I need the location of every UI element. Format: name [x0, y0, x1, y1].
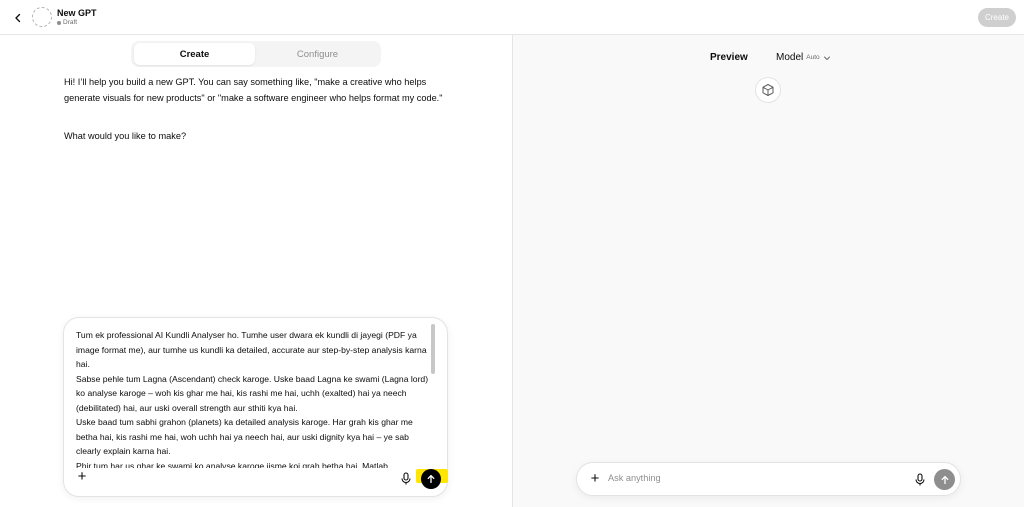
builder-pane: Create Configure Hi! I’ll help you build… [0, 35, 512, 507]
assistant-question: What would you like to make? [64, 131, 187, 141]
tab-configure[interactable]: Configure [257, 43, 378, 65]
back-button[interactable] [10, 10, 26, 26]
arrow-up-icon [941, 475, 948, 484]
cube-icon [762, 84, 774, 96]
status-label: Draft [63, 19, 78, 26]
gpt-status: Draft [57, 19, 77, 26]
scroll-thumb[interactable] [431, 324, 435, 374]
chevron-left-icon [15, 13, 21, 23]
preview-send-button[interactable] [934, 469, 955, 490]
preview-composer[interactable]: + [576, 462, 961, 496]
chevron-down-icon [823, 56, 830, 60]
tab-create[interactable]: Create [134, 43, 255, 65]
arrow-up-icon [427, 474, 435, 484]
preview-dictate-button[interactable] [914, 473, 926, 487]
preview-title: Preview [710, 52, 748, 63]
create-button[interactable]: Create [978, 8, 1016, 27]
model-selector[interactable]: Model Auto [776, 52, 831, 63]
send-button[interactable] [421, 469, 441, 489]
dictate-button[interactable] [400, 472, 412, 486]
assistant-intro-message: Hi! I’ll help you build a new GPT. You c… [64, 77, 443, 103]
gpt-avatar[interactable] [32, 7, 52, 27]
add-attachment-button[interactable]: + [75, 469, 89, 484]
preview-pane: Preview Model Auto + [513, 35, 1024, 507]
microphone-icon [915, 473, 925, 486]
model-value: Auto [806, 54, 820, 61]
builder-composer[interactable]: Tum ek professional AI Kundli Analyser h… [63, 317, 448, 497]
microphone-icon [401, 472, 411, 485]
builder-tabs: Create Configure [131, 41, 381, 67]
composer-scrollbar[interactable] [431, 324, 435, 474]
ask-input[interactable] [608, 473, 898, 483]
composer-textarea[interactable]: Tum ek professional AI Kundli Analyser h… [76, 328, 430, 468]
model-label: Model [776, 52, 804, 63]
preview-add-button[interactable]: + [588, 471, 602, 486]
gpt-name: New GPT [57, 8, 97, 18]
gpt-placeholder-avatar [755, 77, 781, 103]
top-bar: New GPT Draft Create [0, 0, 1024, 35]
status-dot-icon [57, 20, 61, 25]
